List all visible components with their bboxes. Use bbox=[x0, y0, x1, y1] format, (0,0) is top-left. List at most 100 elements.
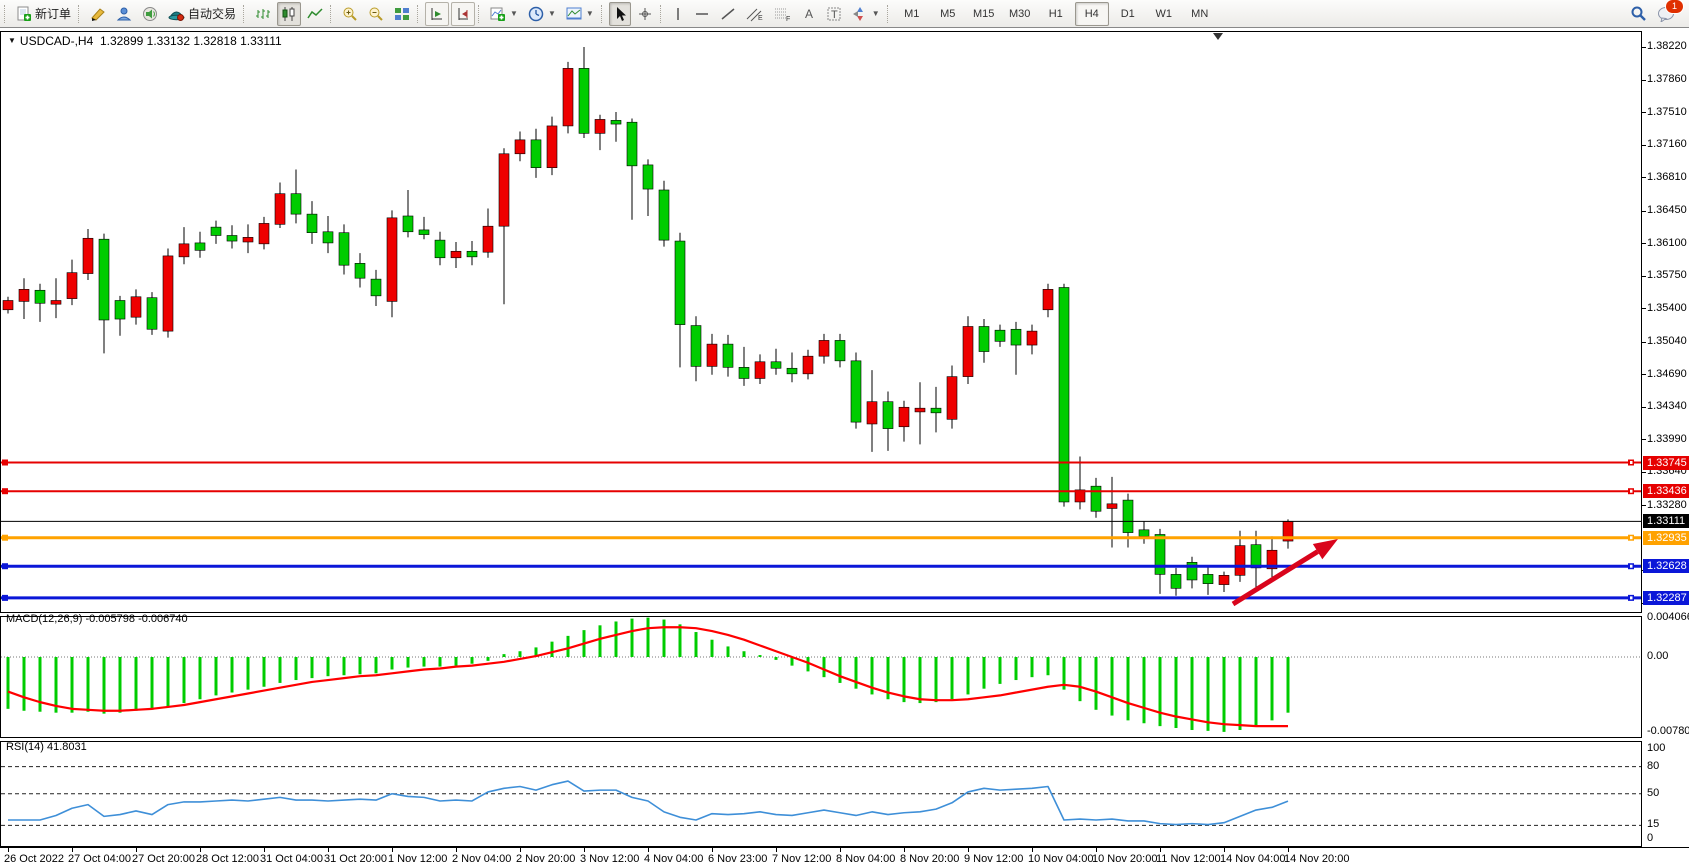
hline-handle[interactable] bbox=[2, 488, 8, 494]
fibonacci-tool-button[interactable]: F bbox=[770, 2, 796, 26]
tab-timeframe-H1[interactable]: H1 bbox=[1039, 2, 1073, 26]
new-order-label: 新订单 bbox=[35, 5, 71, 22]
candle-body bbox=[1219, 575, 1229, 584]
autotrade-button[interactable]: 自动交易 bbox=[164, 2, 240, 26]
templates-button[interactable]: ▼ bbox=[562, 2, 598, 26]
hline-handle[interactable] bbox=[2, 460, 8, 466]
price-tick-label: 1.36810 bbox=[1647, 171, 1687, 183]
hline-handle[interactable] bbox=[2, 535, 8, 541]
chart-plot[interactable] bbox=[0, 31, 1642, 847]
time-tick bbox=[1096, 848, 1097, 852]
zoom-out-button[interactable] bbox=[364, 2, 388, 26]
time-tick-label: 10 Nov 20:00 bbox=[1092, 853, 1157, 865]
price-tick-dash bbox=[1642, 47, 1646, 48]
price-tick-label: 1.33280 bbox=[1647, 499, 1687, 511]
hat-icon bbox=[168, 6, 185, 22]
new-order-button[interactable]: 新订单 bbox=[12, 2, 75, 26]
candle-body bbox=[1011, 329, 1021, 345]
svg-text:F: F bbox=[786, 16, 790, 22]
price-tick-dash bbox=[1642, 80, 1646, 81]
auto-scroll-button[interactable] bbox=[425, 2, 449, 26]
metaeditor-button[interactable] bbox=[112, 2, 136, 26]
candle-body bbox=[947, 377, 957, 420]
tab-timeframe-W1[interactable]: W1 bbox=[1147, 2, 1181, 26]
chart-shift-marker[interactable] bbox=[1213, 33, 1223, 40]
svg-text:E: E bbox=[758, 15, 763, 22]
crosshair-button[interactable] bbox=[633, 2, 657, 26]
price-tick-dash bbox=[1642, 308, 1646, 309]
tile-windows-icon bbox=[394, 6, 410, 22]
tile-windows-button[interactable] bbox=[390, 2, 414, 26]
hline-handle-dot bbox=[1630, 461, 1633, 464]
candle-body bbox=[83, 238, 93, 273]
line-chart-button[interactable] bbox=[303, 2, 327, 26]
candle-body bbox=[1139, 530, 1149, 536]
chevron-down-icon: ▼ bbox=[548, 9, 556, 18]
line-chart-icon bbox=[307, 6, 323, 22]
trendline-tool-button[interactable] bbox=[716, 2, 740, 26]
periods-button[interactable]: ▼ bbox=[524, 2, 560, 26]
chat-button[interactable]: 1 bbox=[1653, 2, 1679, 26]
rsi-line bbox=[8, 781, 1288, 824]
time-tick-label: 2 Nov 20:00 bbox=[516, 853, 575, 865]
label-tool-button[interactable]: T bbox=[822, 2, 846, 26]
time-tick-label: 28 Oct 12:00 bbox=[196, 853, 259, 865]
time-axis: 26 Oct 202227 Oct 04:0027 Oct 20:0028 Oc… bbox=[0, 847, 1689, 868]
text-tool-button[interactable]: A bbox=[798, 2, 820, 26]
hline-handle[interactable] bbox=[2, 563, 8, 569]
time-tick-label: 4 Nov 04:00 bbox=[644, 853, 703, 865]
chevron-down-icon: ▼ bbox=[586, 9, 594, 18]
time-tick bbox=[456, 848, 457, 852]
search-button[interactable] bbox=[1626, 2, 1651, 26]
price-axis: 1.382201.378601.375101.371601.368101.364… bbox=[1642, 31, 1689, 847]
candle-body bbox=[851, 361, 861, 422]
candle-body bbox=[179, 244, 189, 257]
price-tick-label: 1.35750 bbox=[1647, 269, 1687, 281]
hline-handle[interactable] bbox=[2, 595, 8, 601]
channel-tool-button[interactable]: E bbox=[742, 2, 768, 26]
bar-chart-button[interactable] bbox=[251, 2, 275, 26]
price-tick-dash bbox=[1642, 243, 1646, 244]
vline-tool-button[interactable] bbox=[668, 2, 688, 26]
rsi-scale-label: 50 bbox=[1647, 787, 1659, 799]
candle-body bbox=[547, 126, 557, 168]
indicators-button[interactable]: ▼ bbox=[486, 2, 522, 26]
tab-timeframe-M5[interactable]: M5 bbox=[931, 2, 965, 26]
cursor-button[interactable] bbox=[609, 2, 631, 26]
chart-shift-icon bbox=[455, 6, 471, 22]
candle-body bbox=[467, 251, 477, 257]
time-tick-label: 6 Nov 23:00 bbox=[708, 853, 767, 865]
tab-timeframe-M30[interactable]: M30 bbox=[1003, 2, 1037, 26]
hline-tool-button[interactable] bbox=[690, 2, 714, 26]
candle-body bbox=[627, 122, 637, 166]
chart-shift-button[interactable] bbox=[451, 2, 475, 26]
tab-timeframe-M15[interactable]: M15 bbox=[967, 2, 1001, 26]
zoom-in-button[interactable] bbox=[338, 2, 362, 26]
toolbar-grip bbox=[78, 5, 83, 23]
chat-badge: 1 bbox=[1665, 0, 1684, 14]
alerts-button[interactable] bbox=[138, 2, 162, 26]
toolbar: 新订单 自动交易 ▼ ▼ ▼ bbox=[0, 0, 1689, 28]
text-icon: A bbox=[802, 6, 816, 22]
candle-body bbox=[163, 256, 173, 331]
tab-timeframe-MN[interactable]: MN bbox=[1183, 2, 1217, 26]
price-tick-dash bbox=[1642, 472, 1646, 473]
time-tick bbox=[520, 848, 521, 852]
tab-timeframe-D1[interactable]: D1 bbox=[1111, 2, 1145, 26]
timeframe-group: M1M5M15M30H1H4D1W1MN bbox=[894, 2, 1218, 26]
styler-button[interactable] bbox=[86, 2, 110, 26]
time-tick bbox=[776, 848, 777, 852]
arrows-tool-button[interactable]: ▼ bbox=[848, 2, 884, 26]
macd-label: MACD(12,26,9) -0.005798 -0.006740 bbox=[6, 613, 188, 625]
time-tick-label: 11 Nov 12:00 bbox=[1156, 853, 1221, 865]
candle-body bbox=[275, 194, 285, 225]
time-tick-label: 7 Nov 12:00 bbox=[772, 853, 831, 865]
price-tick-label: 1.34340 bbox=[1647, 400, 1687, 412]
time-tick bbox=[200, 848, 201, 852]
tab-timeframe-H4[interactable]: H4 bbox=[1075, 2, 1109, 26]
arrows-icon bbox=[852, 6, 868, 22]
rsi-scale-label: 0 bbox=[1647, 832, 1653, 844]
candle-body bbox=[67, 273, 77, 299]
tab-timeframe-M1[interactable]: M1 bbox=[895, 2, 929, 26]
candle-chart-button[interactable] bbox=[277, 2, 301, 26]
